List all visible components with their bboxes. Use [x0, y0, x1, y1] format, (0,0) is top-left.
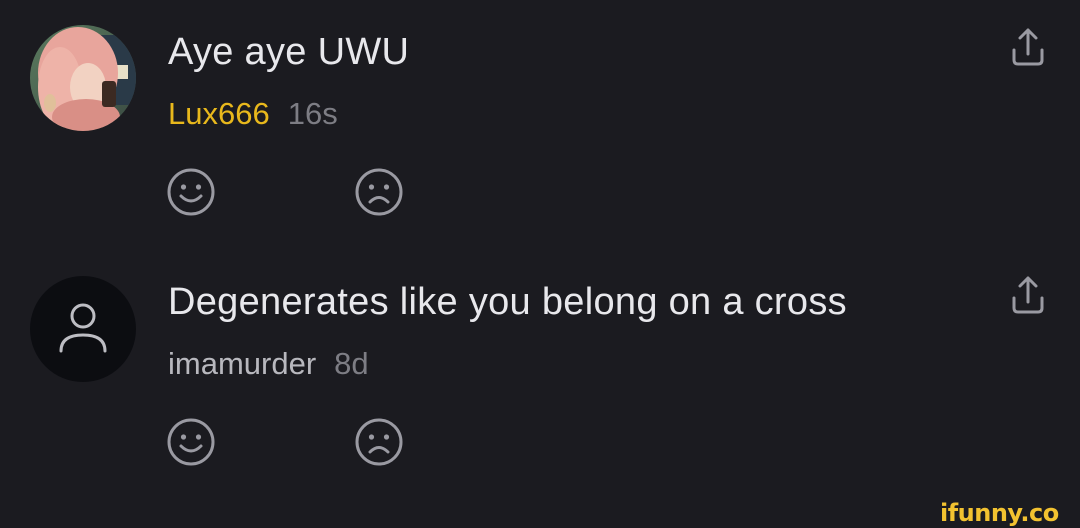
like-button[interactable]: [164, 415, 218, 469]
comment-item: Aye aye UWU Lux666 16s: [0, 0, 1080, 240]
avatar[interactable]: [30, 25, 136, 131]
share-button[interactable]: [1008, 26, 1048, 68]
timestamp: 8d: [334, 346, 369, 381]
comment-meta: Lux666 16s: [168, 94, 338, 134]
frown-icon: [355, 418, 403, 466]
avatar[interactable]: [30, 276, 136, 382]
like-button[interactable]: [164, 165, 218, 219]
default-person-icon: [59, 303, 107, 353]
comment-meta: imamurder 8d: [168, 344, 369, 384]
comment-text: Degenerates like you belong on a cross: [168, 281, 847, 323]
share-icon: [1012, 28, 1044, 66]
smile-icon: [167, 418, 215, 466]
timestamp: 16s: [287, 96, 338, 131]
comment-text: Aye aye UWU: [168, 31, 410, 73]
dislike-button[interactable]: [352, 415, 406, 469]
username[interactable]: imamurder: [168, 346, 316, 381]
dislike-button[interactable]: [352, 165, 406, 219]
user-photo-avatar: [30, 25, 136, 131]
smile-icon: [167, 168, 215, 216]
comment-item: Degenerates like you belong on a cross i…: [0, 250, 1080, 490]
ifunny-watermark: ifunny.co: [940, 499, 1059, 527]
username[interactable]: Lux666: [168, 96, 270, 131]
share-button[interactable]: [1008, 274, 1048, 316]
share-icon: [1012, 276, 1044, 314]
frown-icon: [355, 168, 403, 216]
